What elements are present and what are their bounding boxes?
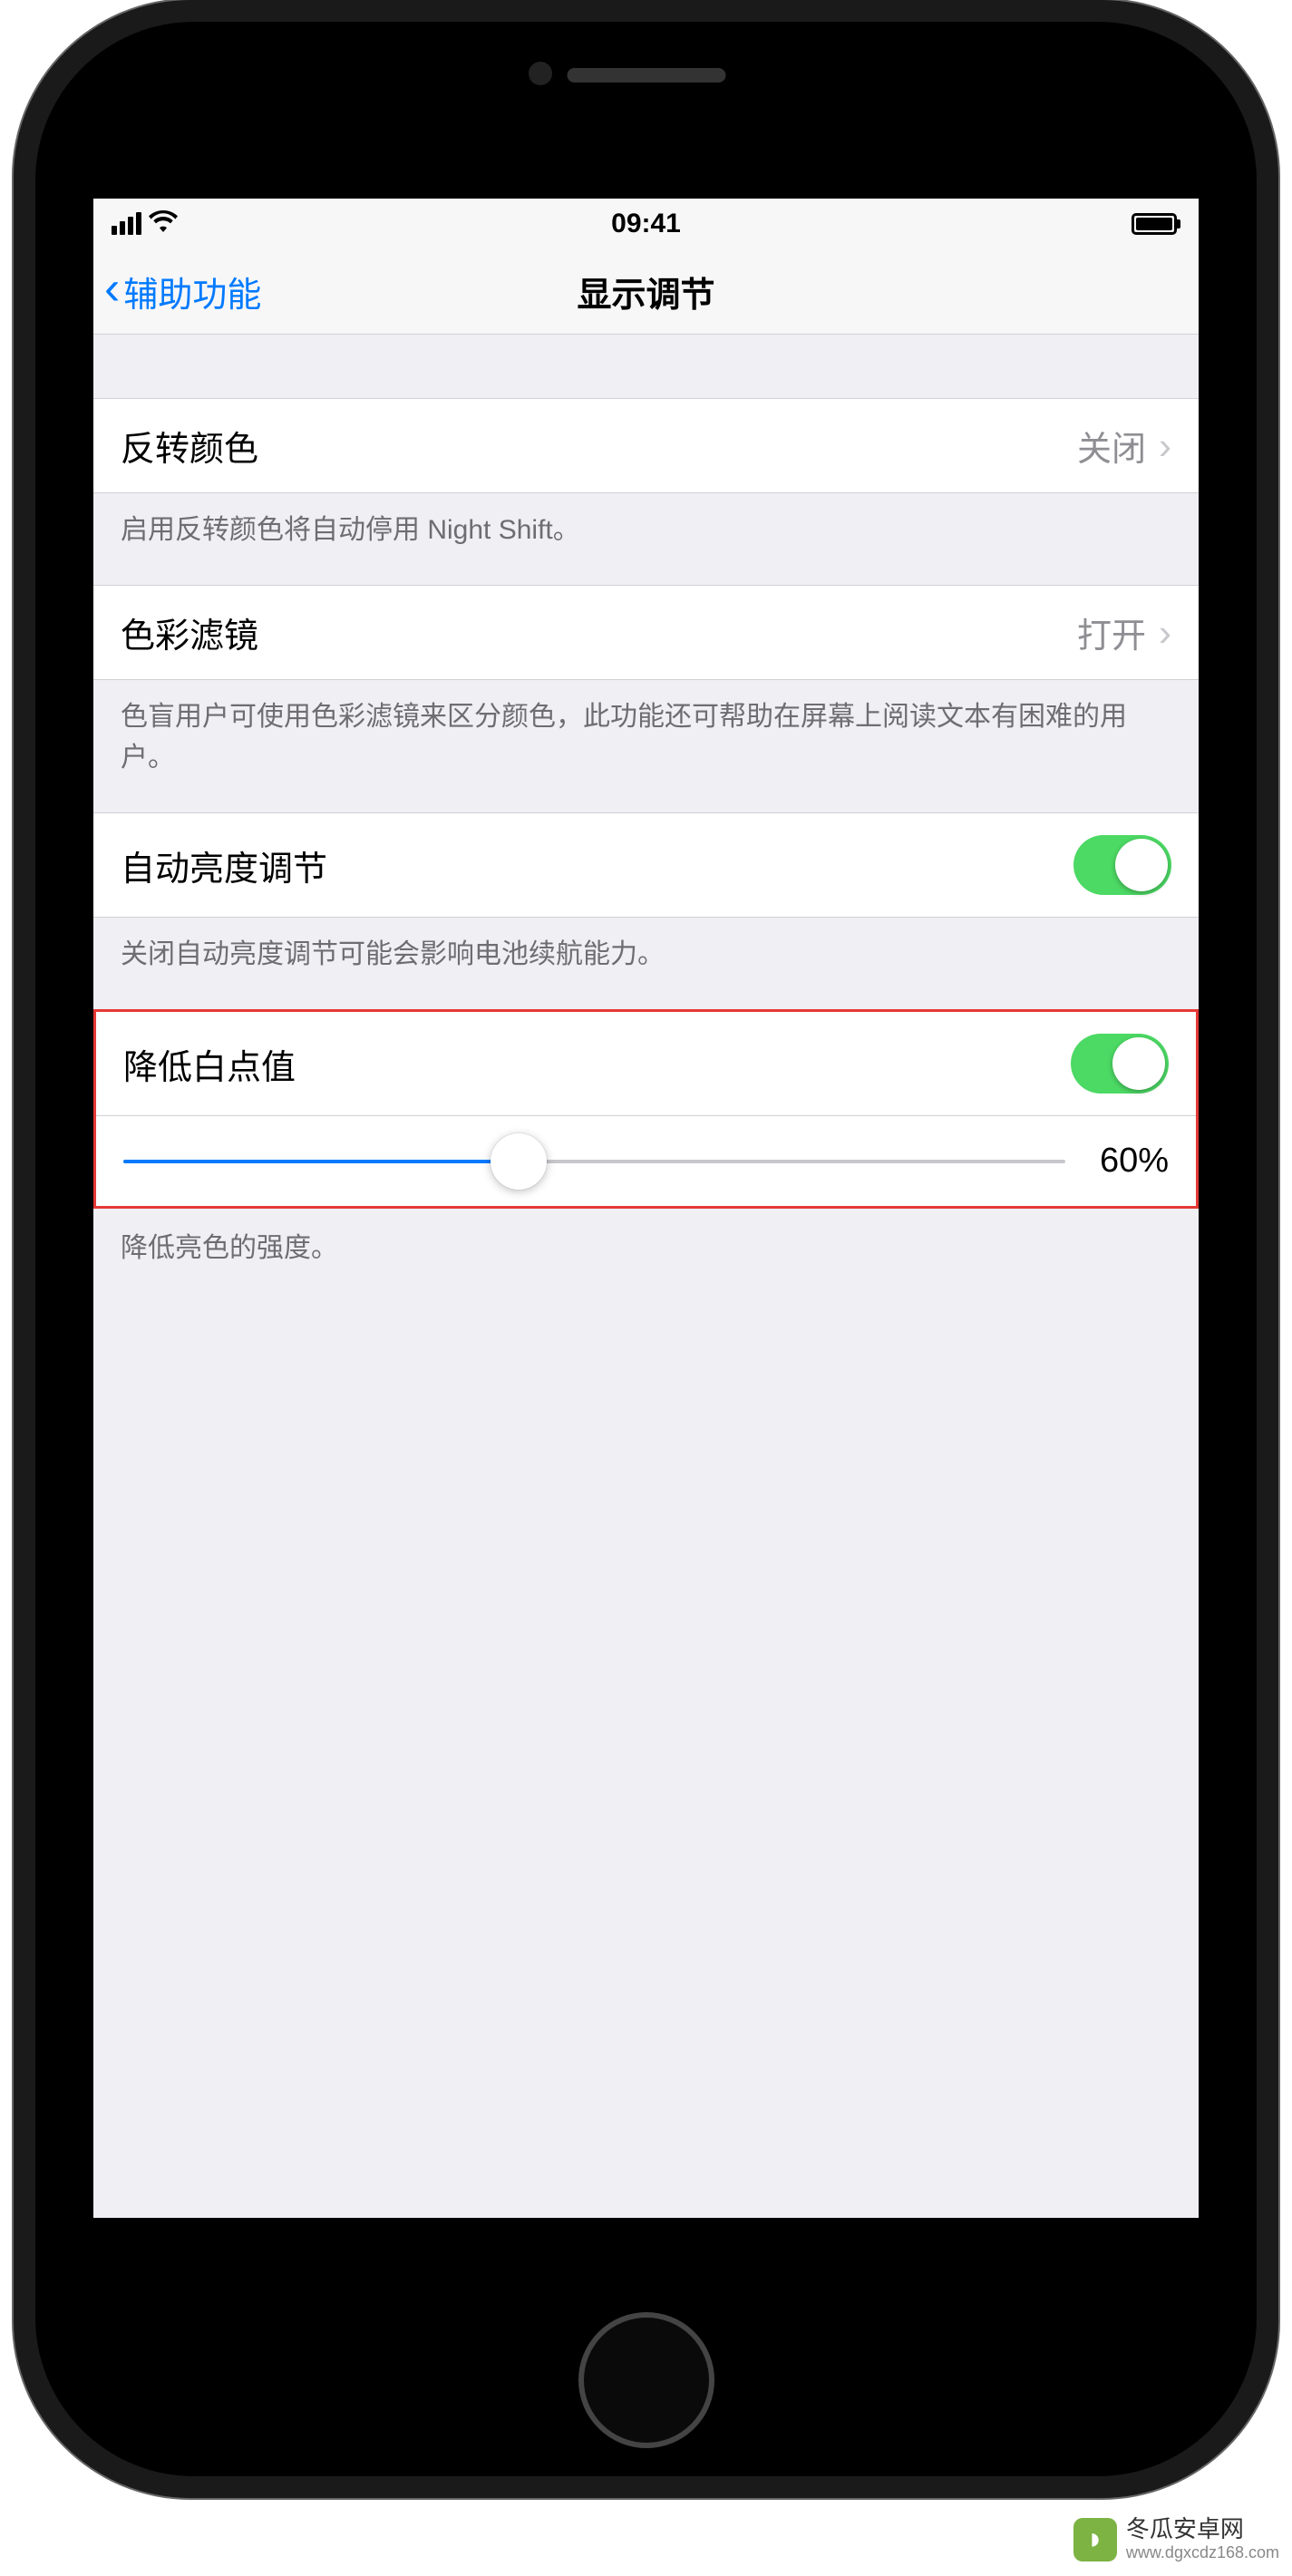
reduce-white-point-group: 降低白点值 60% <box>93 1009 1199 1209</box>
status-left <box>112 209 178 239</box>
page-container: 09:41 ‹ 辅助功能 显示调节 <box>0 0 1292 2576</box>
color-filters-footer: 色盲用户可使用色彩滤镜来区分颜色，此功能还可帮助在屏幕上阅读文本有困难的用户。 <box>93 680 1199 794</box>
toggle-knob <box>1115 839 1168 891</box>
reduce-white-point-label: 降低白点值 <box>123 1039 1071 1089</box>
chevron-left-icon: ‹ <box>104 265 120 312</box>
home-button[interactable] <box>578 2312 714 2448</box>
phone-body: 09:41 ‹ 辅助功能 显示调节 <box>14 0 1278 2498</box>
phone-inner: 09:41 ‹ 辅助功能 显示调节 <box>35 22 1257 2476</box>
color-filters-value: 打开 <box>1077 608 1146 657</box>
chevron-right-icon: › <box>1159 611 1171 655</box>
watermark-url: www.dgxcdz168.com <box>1126 2543 1279 2563</box>
phone-speaker <box>567 68 725 83</box>
color-filters-row[interactable]: 色彩滤镜 打开 › <box>93 585 1199 680</box>
phone-camera <box>529 62 552 85</box>
invert-colors-label: 反转颜色 <box>121 421 1077 471</box>
auto-brightness-footer: 关闭自动亮度调节可能会影响电池续航能力。 <box>93 918 1199 991</box>
nav-bar: ‹ 辅助功能 显示调节 <box>93 248 1199 335</box>
back-label: 辅助功能 <box>123 267 261 316</box>
auto-brightness-label: 自动亮度调节 <box>121 841 1073 890</box>
auto-brightness-toggle[interactable] <box>1073 835 1171 895</box>
signal-icon <box>112 212 141 235</box>
battery-icon <box>1132 213 1180 235</box>
reduce-white-point-slider-row: 60% <box>96 1116 1196 1206</box>
invert-colors-value: 关闭 <box>1077 421 1146 471</box>
color-filters-label: 色彩滤镜 <box>121 608 1077 657</box>
auto-brightness-row: 自动亮度调节 <box>93 812 1199 918</box>
reduce-white-point-row: 降低白点值 <box>96 1012 1196 1116</box>
invert-colors-footer: 启用反转颜色将自动停用 Night Shift。 <box>93 493 1199 567</box>
white-point-slider[interactable] <box>123 1160 1065 1163</box>
reduce-white-point-toggle[interactable] <box>1071 1034 1169 1094</box>
white-point-value: 60% <box>1087 1142 1169 1181</box>
status-time: 09:41 <box>611 209 681 239</box>
status-bar: 09:41 <box>93 199 1199 248</box>
toggle-knob <box>1112 1037 1165 1090</box>
page-title: 显示调节 <box>577 267 714 316</box>
content-area: 反转颜色 关闭 › 启用反转颜色将自动停用 Night Shift。 色彩滤镜 … <box>93 335 1199 1281</box>
wifi-icon <box>149 209 178 239</box>
invert-colors-row[interactable]: 反转颜色 关闭 › <box>93 398 1199 493</box>
screen: 09:41 ‹ 辅助功能 显示调节 <box>93 199 1199 2218</box>
back-button[interactable]: ‹ 辅助功能 <box>104 267 261 316</box>
watermark-logo-icon <box>1073 2518 1117 2561</box>
screen-container: 09:41 ‹ 辅助功能 显示调节 <box>53 40 1239 2458</box>
watermark: 冬瓜安卓网 www.dgxcdz168.com <box>1073 2515 1279 2563</box>
slider-fill <box>123 1160 519 1163</box>
slider-thumb[interactable] <box>491 1133 547 1190</box>
reduce-white-point-footer: 降低亮色的强度。 <box>93 1209 1199 1281</box>
chevron-right-icon: › <box>1159 424 1171 468</box>
watermark-name: 冬瓜安卓网 <box>1126 2515 1279 2543</box>
